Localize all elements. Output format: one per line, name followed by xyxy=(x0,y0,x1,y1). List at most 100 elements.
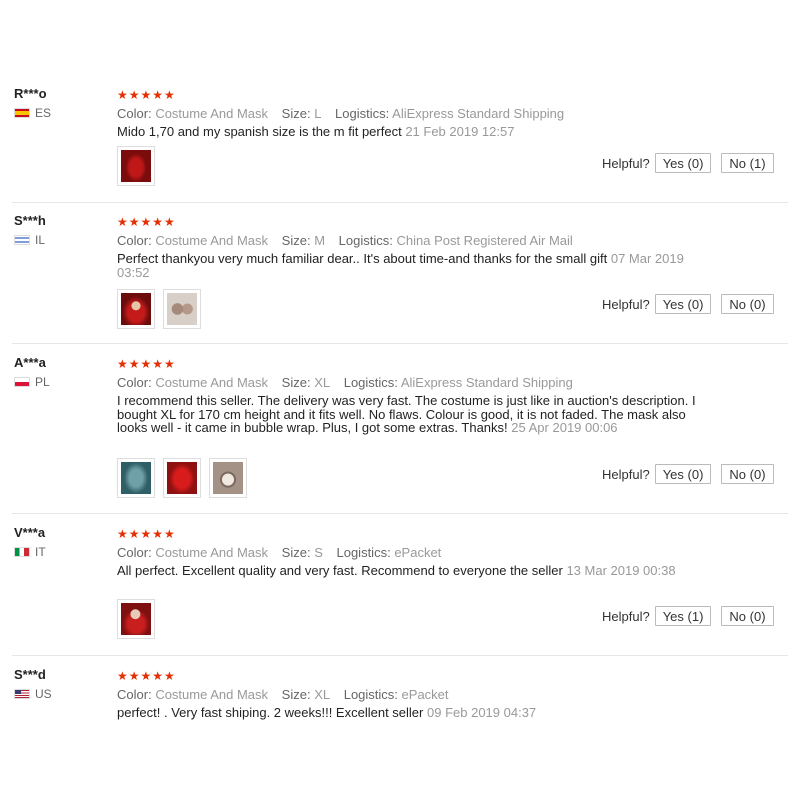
review-photo-thumbnail[interactable] xyxy=(163,289,201,329)
red-costume-photo xyxy=(121,150,151,182)
review-photo-thumbnail[interactable] xyxy=(163,458,201,498)
order-attributes: Color: Costume And Mask Size: XL Logisti… xyxy=(117,375,583,390)
color-label: Color: xyxy=(117,687,152,702)
helpful-votes: Helpful? Yes (0) No (0) xyxy=(602,294,774,314)
red-costume-photo xyxy=(121,293,151,325)
review-photo-thumbnail[interactable] xyxy=(117,289,155,329)
helpful-votes: Helpful? Yes (0) No (0) xyxy=(602,464,774,484)
logistics-label: Logistics: xyxy=(338,233,393,248)
review-photos xyxy=(117,289,201,329)
helpful-no-button[interactable]: No (1) xyxy=(721,153,774,173)
helpful-label: Helpful? xyxy=(602,466,650,482)
review-divider xyxy=(12,655,788,656)
red-costume-photo xyxy=(121,603,151,635)
review-body: All perfect. Excellent quality and very … xyxy=(117,563,563,578)
star-rating: ★★★★★ xyxy=(117,357,176,371)
review-photos xyxy=(117,599,155,639)
logistics-label: Logistics: xyxy=(335,106,390,121)
size-value: L xyxy=(314,106,322,121)
israel-flag-icon xyxy=(14,235,30,245)
review-date: 13 Mar 2019 00:38 xyxy=(566,563,676,578)
order-attributes: Color: Costume And Mask Size: XL Logisti… xyxy=(117,687,459,702)
review-divider xyxy=(12,343,788,344)
size-value: XL xyxy=(314,687,331,702)
color-value: Costume And Mask xyxy=(155,106,269,121)
country-code: PL xyxy=(35,375,50,389)
review-date: 09 Feb 2019 04:37 xyxy=(427,705,537,720)
reviewer-country: IT xyxy=(14,545,46,559)
country-code: IT xyxy=(35,545,46,559)
review-text: Perfect thankyou very much familiar dear… xyxy=(117,252,702,279)
review-photo-thumbnail[interactable] xyxy=(117,458,155,498)
review-photo-thumbnail[interactable] xyxy=(117,146,155,186)
logistics-value: AliExpress Standard Shipping xyxy=(392,106,565,121)
logistics-value: China Post Registered Air Mail xyxy=(396,233,573,248)
helpful-yes-button[interactable]: Yes (1) xyxy=(654,606,712,626)
poland-flag-icon xyxy=(14,377,30,387)
star-rating: ★★★★★ xyxy=(117,88,176,102)
size-label: Size: xyxy=(281,233,311,248)
star-rating: ★★★★★ xyxy=(117,527,176,541)
spain-flag-icon xyxy=(14,108,30,118)
star-rating: ★★★★★ xyxy=(117,669,176,683)
country-code: ES xyxy=(35,106,52,120)
color-label: Color: xyxy=(117,233,152,248)
review-photo-thumbnail[interactable] xyxy=(209,458,247,498)
reviewer-country: ES xyxy=(14,106,51,120)
review-divider xyxy=(12,202,788,203)
helpful-no-button[interactable]: No (0) xyxy=(721,606,774,626)
helpful-label: Helpful? xyxy=(602,296,650,312)
red-costume-photo xyxy=(167,462,197,494)
order-attributes: Color: Costume And Mask Size: S Logistic… xyxy=(117,545,451,560)
helpful-yes-button[interactable]: Yes (0) xyxy=(654,464,712,484)
color-label: Color: xyxy=(117,106,152,121)
helpful-label: Helpful? xyxy=(602,155,650,171)
helpful-no-button[interactable]: No (0) xyxy=(721,464,774,484)
helpful-label: Helpful? xyxy=(602,608,650,624)
review-date: 21 Feb 2019 12:57 xyxy=(405,124,515,139)
reviewer-name: V***a xyxy=(14,525,46,540)
size-value: XL xyxy=(314,375,331,390)
review-date: 25 Apr 2019 00:06 xyxy=(511,420,618,435)
logistics-label: Logistics: xyxy=(343,375,398,390)
size-value: S xyxy=(314,545,323,560)
reviewer-country: PL xyxy=(14,375,50,389)
logistics-value: AliExpress Standard Shipping xyxy=(400,375,573,390)
order-attributes: Color: Costume And Mask Size: M Logistic… xyxy=(117,233,583,248)
order-attributes: Color: Costume And Mask Size: L Logistic… xyxy=(117,106,574,121)
helpful-no-button[interactable]: No (0) xyxy=(721,294,774,314)
review-text: All perfect. Excellent quality and very … xyxy=(117,564,702,578)
mask-photo xyxy=(167,293,197,325)
review-text: I recommend this seller. The delivery wa… xyxy=(117,394,702,435)
reviewer-name: R***o xyxy=(14,86,47,101)
reviewer-name: S***h xyxy=(14,213,46,228)
color-value: Costume And Mask xyxy=(155,233,269,248)
size-label: Size: xyxy=(281,545,311,560)
logistics-value: ePacket xyxy=(401,687,449,702)
size-value: M xyxy=(314,233,326,248)
size-label: Size: xyxy=(281,375,311,390)
helpful-yes-button[interactable]: Yes (0) xyxy=(654,294,712,314)
color-value: Costume And Mask xyxy=(155,687,269,702)
review-text: perfect! . Very fast shiping. 2 weeks!!!… xyxy=(117,706,702,720)
size-label: Size: xyxy=(281,687,311,702)
italy-flag-icon xyxy=(14,547,30,557)
helpful-yes-button[interactable]: Yes (0) xyxy=(654,153,712,173)
review-photo-thumbnail[interactable] xyxy=(117,599,155,639)
logistics-value: ePacket xyxy=(394,545,442,560)
review-body: Mido 1,70 and my spanish size is the m f… xyxy=(117,124,402,139)
mask-photo xyxy=(213,462,243,494)
review-divider xyxy=(12,513,788,514)
review-body: Perfect thankyou very much familiar dear… xyxy=(117,251,608,266)
review-body: perfect! . Very fast shiping. 2 weeks!!!… xyxy=(117,705,424,720)
package-photo xyxy=(121,462,151,494)
country-code: US xyxy=(35,687,52,701)
color-value: Costume And Mask xyxy=(155,545,269,560)
size-label: Size: xyxy=(281,106,311,121)
color-label: Color: xyxy=(117,375,152,390)
star-rating: ★★★★★ xyxy=(117,215,176,229)
color-value: Costume And Mask xyxy=(155,375,269,390)
reviewer-name: A***a xyxy=(14,355,46,370)
reviewer-name: S***d xyxy=(14,667,46,682)
color-label: Color: xyxy=(117,545,152,560)
